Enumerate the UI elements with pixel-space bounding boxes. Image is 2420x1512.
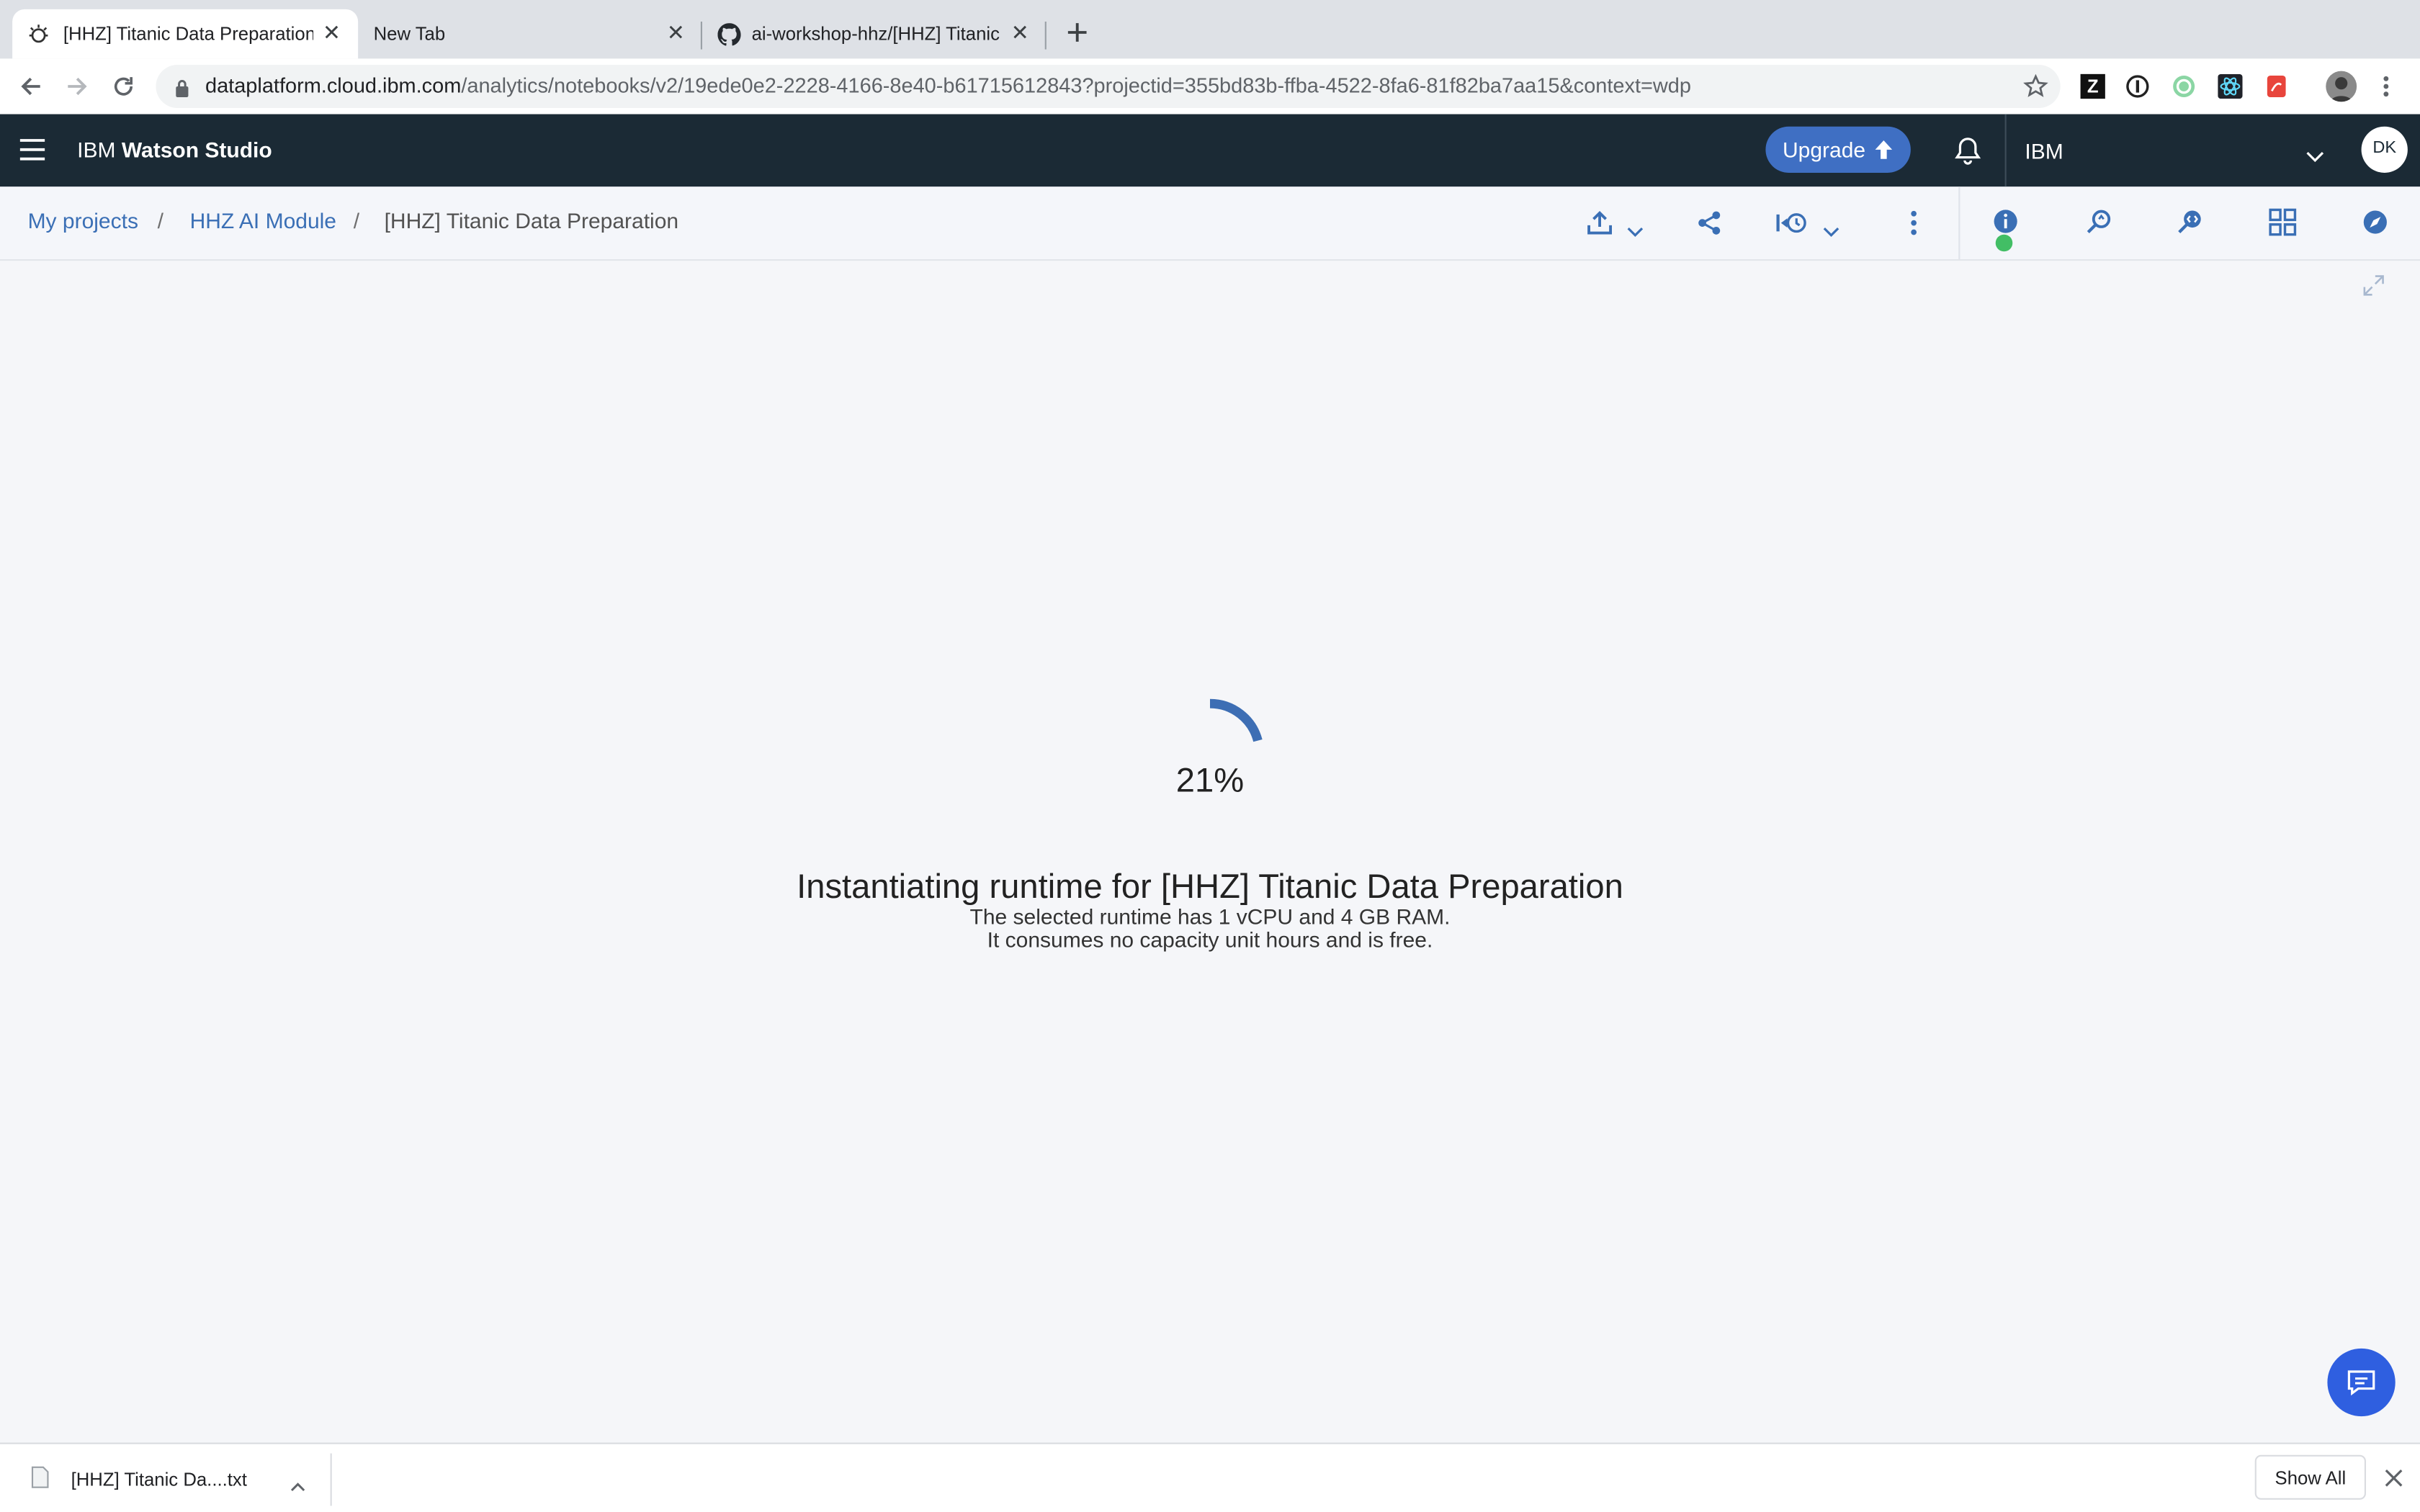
downloads-bar: [HHZ] Titanic Da....txt Show All (0, 1442, 2420, 1512)
grammarly-extension-icon[interactable] (2172, 74, 2196, 99)
avatar-initials: DK (2372, 138, 2397, 158)
back-arrow-icon[interactable] (19, 74, 43, 99)
tab-close-icon[interactable]: ✕ (1011, 20, 1029, 46)
browser-menu-icon[interactable] (2377, 74, 2396, 99)
info-icon[interactable] (1992, 208, 2018, 234)
upgrade-button[interactable]: Upgrade (1765, 126, 1911, 173)
github-icon (717, 23, 741, 46)
expand-icon[interactable] (2362, 273, 2386, 297)
close-downloads-icon[interactable] (2385, 1467, 2403, 1487)
progress-percentage: 21% (1175, 760, 1245, 799)
browser-tab-active[interactable]: [HHZ] Titanic Data Preparation - ✕ (12, 9, 359, 59)
react-devtools-extension-icon[interactable] (2218, 73, 2243, 99)
version-history-icon[interactable] (1776, 210, 1807, 235)
account-switcher[interactable]: IBM (2007, 114, 2349, 187)
loading-title: Instantiating runtime for [HHZ] Titanic … (797, 867, 1623, 906)
url-path: /analytics/notebooks/v2/19ede0e2-2228-41… (461, 73, 1691, 97)
code-snippets-icon[interactable] (2176, 208, 2204, 236)
overflow-menu-icon[interactable] (1908, 210, 1920, 235)
tab-separator (700, 22, 702, 50)
download-file-name: [HHZ] Titanic Da....txt (71, 1468, 247, 1490)
browser-tab-new[interactable]: New Tab ✕ (361, 9, 697, 59)
account-name: IBM (2025, 138, 2063, 164)
tab-title: [HHZ] Titanic Data Preparation - (63, 23, 313, 45)
show-all-label: Show All (2275, 1467, 2347, 1489)
onepassword-extension-icon[interactable] (2125, 74, 2150, 99)
chevron-down-icon (2305, 143, 2324, 163)
lock-icon (174, 77, 189, 97)
loading-progress-spinner (1209, 698, 1263, 742)
chat-support-button[interactable] (2327, 1348, 2396, 1417)
loading-runtime-info: The selected runtime has 1 vCPU and 4 GB… (969, 904, 1451, 929)
download-item[interactable]: [HHZ] Titanic Da....txt (0, 1444, 331, 1512)
app-title-prefix: IBM (77, 137, 122, 162)
breadcrumb-my-projects[interactable]: My projects (28, 208, 138, 233)
app-header: IBM Watson Studio Upgrade IBM DK (0, 114, 2420, 187)
kernel-status-dot (1995, 234, 2013, 252)
address-bar[interactable]: dataplatform.cloud.ibm.com/analytics/not… (156, 65, 2061, 108)
zotero-extension-icon[interactable]: Z (2080, 73, 2105, 99)
browser-toolbar: dataplatform.cloud.ibm.com/analytics/not… (0, 58, 2420, 116)
tab-close-icon[interactable]: ✕ (667, 20, 685, 46)
app-title-name: Watson Studio (121, 137, 272, 162)
toolbar-divider (1958, 186, 1960, 259)
forward-arrow-icon[interactable] (65, 74, 89, 99)
download-divider (330, 1453, 332, 1506)
history-chevron-down-icon[interactable] (1823, 217, 1840, 238)
pdf-extension-icon[interactable] (2264, 74, 2289, 99)
breadcrumb-separator: / (157, 208, 163, 233)
url-text: dataplatform.cloud.ibm.com/analytics/not… (205, 74, 1691, 97)
watson-favicon-icon (28, 23, 50, 45)
upgrade-arrow-icon (1873, 139, 1894, 161)
breadcrumb-current: [HHZ] Titanic Data Preparation (384, 208, 679, 233)
upgrade-label: Upgrade (1783, 137, 1866, 162)
notification-bell-icon[interactable] (1954, 136, 1982, 166)
loading-cost-info: It consumes no capacity unit hours and i… (987, 927, 1433, 953)
breadcrumb-project[interactable]: HHZ AI Module (190, 208, 336, 233)
hamburger-menu-icon[interactable] (19, 138, 47, 162)
find-replace-icon[interactable] (2085, 208, 2113, 236)
show-all-button[interactable]: Show All (2254, 1454, 2366, 1500)
browser-tab-strip: [HHZ] Titanic Data Preparation - ✕ New T… (0, 0, 2420, 59)
compass-icon[interactable] (2362, 208, 2390, 236)
profile-avatar[interactable] (2326, 71, 2357, 102)
export-chevron-down-icon[interactable] (1627, 217, 1644, 238)
tab-title: ai-workshop-hhz/[HHZ] Titanic D (751, 23, 1002, 45)
breadcrumb-bar: My projects / HHZ AI Module / [HHZ] Tita… (0, 186, 2420, 261)
app-title[interactable]: IBM Watson Studio (77, 138, 272, 162)
tab-close-icon[interactable]: ✕ (323, 20, 341, 46)
share-icon[interactable] (1696, 210, 1722, 235)
export-upload-icon[interactable] (1587, 210, 1613, 235)
breadcrumb-separator: / (353, 208, 360, 233)
data-assets-grid-icon[interactable] (2269, 208, 2297, 236)
tab-title: New Tab (373, 23, 446, 45)
new-tab-plus-icon[interactable] (1065, 20, 1090, 45)
text-file-icon (31, 1466, 50, 1489)
tab-separator (1044, 22, 1047, 50)
reload-icon[interactable] (111, 74, 135, 99)
url-host: dataplatform.cloud.ibm.com (205, 73, 462, 97)
chevron-up-icon[interactable] (290, 1472, 305, 1492)
user-avatar[interactable]: DK (2361, 126, 2408, 173)
browser-tab-github[interactable]: ai-workshop-hhz/[HHZ] Titanic D ✕ (704, 9, 1040, 59)
chat-bubble-icon (2346, 1367, 2377, 1398)
bookmark-star-icon[interactable] (2023, 73, 2048, 99)
